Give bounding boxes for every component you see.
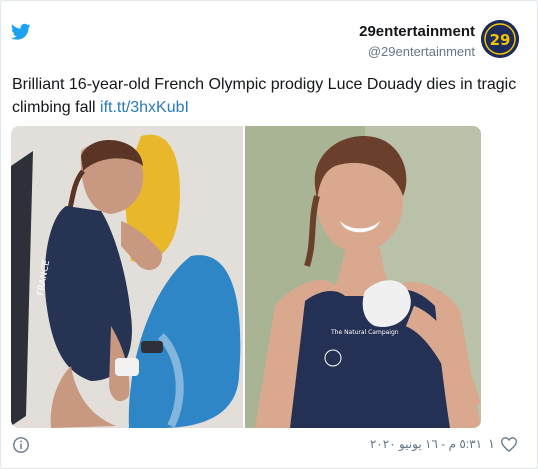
tweet-body: Brilliant 16-year-old French Olympic pro… bbox=[12, 76, 517, 116]
author-display-name[interactable]: 29entertainment bbox=[359, 23, 475, 41]
twitter-bird-icon[interactable] bbox=[11, 23, 31, 41]
tweet-text: Brilliant 16-year-old French Olympic pro… bbox=[12, 73, 527, 119]
climber-on-wall-photo: FRANCE bbox=[11, 126, 243, 428]
avatar[interactable]: 29 bbox=[481, 20, 519, 58]
svg-text:The Natural Campaign: The Natural Campaign bbox=[330, 329, 399, 336]
avatar-logo: 29 bbox=[481, 20, 519, 58]
tweet-photo-right[interactable]: The Natural Campaign bbox=[245, 126, 481, 428]
heart-icon[interactable] bbox=[501, 436, 517, 452]
tweet-photos: FRANCE The Natural Campaign bbox=[11, 126, 481, 428]
tweet-timestamp[interactable]: ٥:٣١ م - ١٦ يونيو ٢٠٢٠ bbox=[370, 437, 482, 451]
climber-portrait-photo: The Natural Campaign bbox=[245, 126, 481, 428]
tweet-photo-left[interactable]: FRANCE bbox=[11, 126, 243, 428]
svg-text:29: 29 bbox=[490, 31, 511, 49]
tweet-link[interactable]: ift.tt/3hxKubI bbox=[100, 99, 189, 116]
tweet-author: 29entertainment @29entertainment bbox=[359, 23, 475, 61]
tweet-footer: ٥:٣١ م - ١٦ يونيو ٢٠٢٠ ١ bbox=[370, 436, 517, 452]
embedded-tweet-card: 29entertainment @29entertainment 29 Bril… bbox=[0, 0, 538, 469]
info-icon[interactable] bbox=[12, 436, 30, 454]
author-handle: @29entertainment bbox=[367, 44, 475, 59]
like-count: ١ bbox=[488, 436, 495, 451]
